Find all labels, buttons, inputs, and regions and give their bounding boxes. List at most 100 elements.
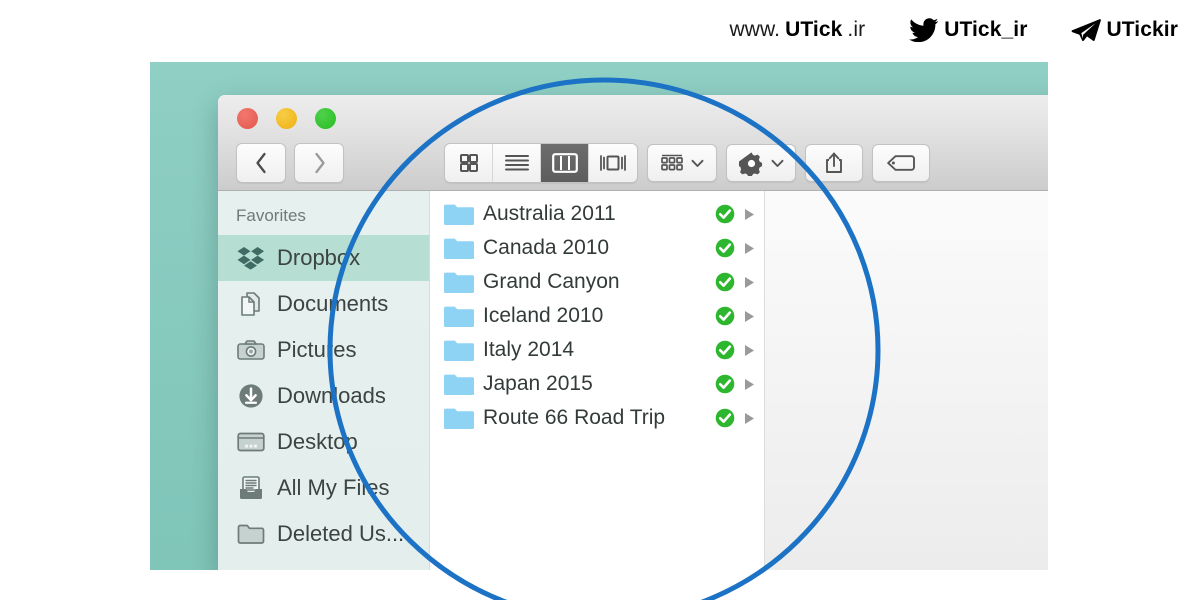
dropbox-icon [236, 244, 266, 272]
table-row[interactable]: Australia 2011 [430, 197, 764, 231]
table-row[interactable]: Canada 2010 [430, 231, 764, 265]
screenshot-root: www. UTick .ir UTick_ir UTickir Favorite… [0, 0, 1200, 600]
list-view-button[interactable] [493, 144, 541, 182]
sidebar-item-dropbox[interactable]: Dropbox [218, 235, 429, 281]
icon-view-button[interactable] [445, 144, 493, 182]
synced-check-badge [715, 238, 735, 258]
branding-bar: www. UTick .ir UTick_ir UTickir [0, 0, 1200, 60]
file-name: Australia 2011 [483, 202, 616, 225]
coverflow-view-button[interactable] [589, 144, 637, 182]
synced-check-badge [715, 340, 735, 360]
website-name: UTick [785, 18, 843, 41]
folder-icon [444, 272, 474, 293]
table-row[interactable]: Italy 2014 [430, 333, 764, 367]
all-my-files-icon [236, 474, 266, 502]
traffic-lights [237, 108, 336, 129]
disclosure-triangle[interactable] [744, 412, 755, 425]
chevron-left-icon [255, 152, 266, 174]
synced-check-badge [715, 272, 735, 292]
synced-check-badge [715, 374, 735, 394]
sidebar-section-favorites: Favorites [236, 206, 306, 225]
sidebar-item-label: Documents [277, 291, 389, 316]
columns-icon [551, 153, 578, 173]
disclosure-triangle[interactable] [744, 276, 755, 289]
folder-icon [444, 374, 474, 395]
chevron-down-icon [691, 159, 704, 167]
tags-button[interactable] [872, 144, 930, 182]
navigation-buttons [236, 143, 344, 183]
disclosure-triangle[interactable] [744, 344, 755, 357]
folder-icon [236, 520, 266, 548]
sidebar-item-all-my-files[interactable]: All My Files [218, 465, 429, 511]
sidebar-item-label: Desktop [277, 429, 358, 454]
action-button[interactable] [726, 144, 796, 182]
sidebar-item-documents[interactable]: Documents [218, 281, 429, 327]
folder-icon [444, 238, 474, 259]
zoom-button[interactable] [315, 108, 336, 129]
arrange-grid-icon [661, 154, 683, 171]
file-name: Route 66 Road Trip [483, 406, 666, 429]
file-name: Grand Canyon [483, 270, 620, 293]
synced-check-badge [715, 408, 735, 428]
sidebar-item-deleted-users[interactable]: Deleted Us... [218, 511, 429, 557]
sidebar-item-desktop[interactable]: Desktop [218, 419, 429, 465]
sidebar-item-label: Deleted Us... [277, 521, 405, 546]
twitter-handle-group: UTick_ir [909, 18, 1028, 43]
table-row[interactable]: Iceland 2010 [430, 299, 764, 333]
download-icon [236, 382, 266, 410]
twitter-handle: UTick_ir [944, 18, 1028, 41]
window-body: Favorites Dropbox Documents Pictures Dow… [218, 191, 1048, 570]
gear-icon [738, 151, 762, 176]
twitter-bird-icon [909, 18, 939, 43]
sidebar-item-label: Downloads [277, 383, 386, 408]
preview-column [765, 191, 1048, 570]
finder-window: Favorites Dropbox Documents Pictures Dow… [218, 95, 1048, 570]
synced-check-badge [715, 306, 735, 326]
folder-icon [444, 204, 474, 225]
table-row[interactable]: Route 66 Road Trip [430, 401, 764, 435]
file-name: Japan 2015 [483, 372, 593, 395]
column-view-button[interactable] [541, 144, 589, 182]
folder-icon [444, 340, 474, 361]
sidebar-item-label: All My Files [277, 475, 390, 500]
folder-icon [444, 408, 474, 429]
share-icon [826, 152, 842, 173]
disclosure-triangle[interactable] [744, 378, 755, 391]
file-column: Australia 2011 Canada 2010 Grand Canyon … [430, 191, 765, 570]
synced-check-badge [715, 204, 735, 224]
file-name: Iceland 2010 [483, 304, 604, 327]
file-name: Canada 2010 [483, 236, 610, 259]
telegram-paperplane-icon [1071, 18, 1102, 42]
camera-icon [236, 336, 266, 364]
desktop-backdrop: Favorites Dropbox Documents Pictures Dow… [150, 62, 1048, 570]
disclosure-triangle[interactable] [744, 208, 755, 221]
chevron-down-icon [771, 159, 783, 167]
finder-sidebar: Favorites Dropbox Documents Pictures Dow… [218, 191, 430, 570]
desktop-icon [236, 428, 266, 456]
website-prefix: www. [729, 18, 781, 41]
arrange-button[interactable] [647, 144, 717, 182]
disclosure-triangle[interactable] [744, 310, 755, 323]
minimize-button[interactable] [276, 108, 297, 129]
close-button[interactable] [237, 108, 258, 129]
sidebar-item-pictures[interactable]: Pictures [218, 327, 429, 373]
table-row[interactable]: Grand Canyon [430, 265, 764, 299]
website-label: www. UTick .ir [730, 18, 866, 42]
sidebar-item-label: Pictures [277, 337, 357, 362]
grid-icon [459, 154, 478, 172]
telegram-handle-group: UTickir [1071, 18, 1178, 42]
view-mode-segmented-control [444, 143, 638, 183]
file-name: Italy 2014 [483, 338, 575, 361]
share-button[interactable] [805, 144, 863, 182]
back-button[interactable] [236, 143, 286, 183]
table-row[interactable]: Japan 2015 [430, 367, 764, 401]
telegram-handle: UTickir [1106, 18, 1178, 41]
disclosure-triangle[interactable] [744, 242, 755, 255]
coverflow-icon [600, 155, 626, 171]
sidebar-item-downloads[interactable]: Downloads [218, 373, 429, 419]
chevron-right-icon [314, 152, 325, 174]
list-lines-icon [504, 155, 529, 171]
forward-button[interactable] [294, 143, 344, 183]
finder-toolbar [444, 143, 930, 183]
window-titlebar [218, 95, 1048, 191]
